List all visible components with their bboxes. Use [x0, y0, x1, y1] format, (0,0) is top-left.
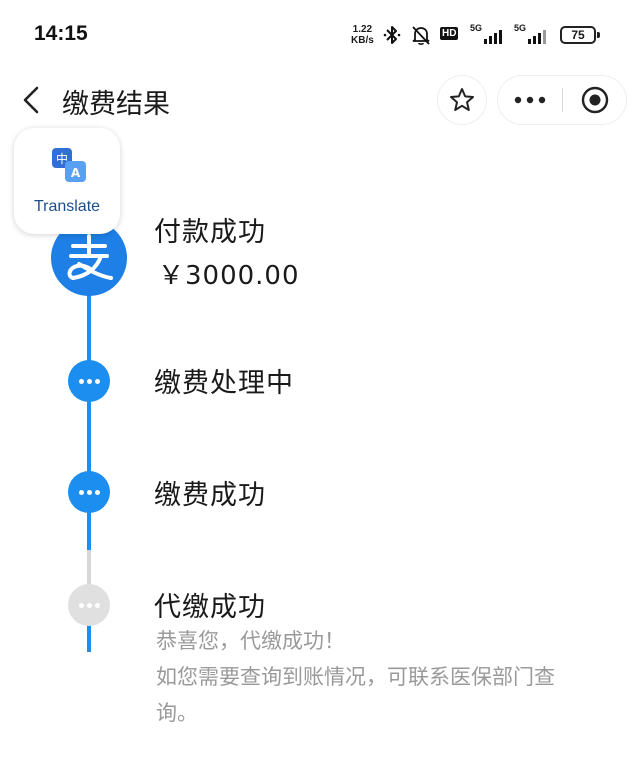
translate-label: Translate: [33, 198, 101, 215]
more-dots-icon: [78, 602, 100, 608]
close-miniapp-button[interactable]: [563, 76, 626, 124]
page-title: 缴费结果: [62, 89, 170, 120]
hd-badge: HD: [440, 27, 459, 40]
more-dots-icon: [514, 96, 546, 104]
more-dots-icon: [78, 489, 100, 495]
nav-bar: 缴费结果: [0, 72, 640, 128]
sim2-network-label: 5G: [514, 23, 527, 33]
step-proxy-success-desc-line2: 如您需要查询到账情况，可联系医保部门查: [156, 665, 555, 689]
sim1-network-label: 5G: [470, 23, 483, 33]
payment-timeline: 付款成功 ￥3000.00 缴费处理中 缴费成功 代缴成功 恭喜您，代缴成功！ …: [0, 180, 640, 780]
battery-icon: 75: [560, 26, 600, 44]
step-fee-success-title: 缴费成功: [154, 480, 266, 511]
network-speed-value: 1.22: [352, 24, 373, 35]
status-bar: 14:15 1.22 KB/s HD 5G 5G 75: [0, 0, 640, 72]
step-payment-success-title: 付款成功: [154, 217, 266, 248]
status-time: 14:15: [34, 22, 88, 45]
step-payment-amount: ￥3000.00: [158, 261, 300, 291]
translate-icon-cn-text: 中: [56, 151, 68, 166]
more-button[interactable]: [498, 76, 562, 124]
step-proxy-success-desc-line1: 恭喜您，代缴成功！: [156, 629, 345, 653]
star-icon: [450, 88, 474, 111]
step-processing-dot: [68, 360, 110, 402]
bluetooth-icon: [383, 26, 401, 44]
more-dots-icon: [78, 378, 100, 384]
miniapp-capsule: [498, 76, 626, 124]
step-processing-title: 缴费处理中: [154, 368, 294, 399]
network-speed-unit: KB/s: [351, 35, 374, 46]
back-arrow-icon[interactable]: [18, 84, 46, 116]
network-speed: 1.22 KB/s: [351, 24, 374, 46]
translate-icon: 中 A: [52, 148, 86, 182]
favorite-button[interactable]: [438, 76, 486, 124]
step-proxy-success-desc-line3: 询。: [156, 701, 198, 725]
step-proxy-success-dot: [68, 584, 110, 626]
target-circle-icon: [581, 86, 608, 114]
mute-bell-icon: [412, 26, 430, 45]
step-fee-success-dot: [68, 471, 110, 513]
translate-icon-en-text: A: [71, 166, 81, 180]
translate-floating-button[interactable]: 中 A Translate: [14, 128, 120, 234]
step-proxy-success-title: 代缴成功: [154, 592, 266, 623]
